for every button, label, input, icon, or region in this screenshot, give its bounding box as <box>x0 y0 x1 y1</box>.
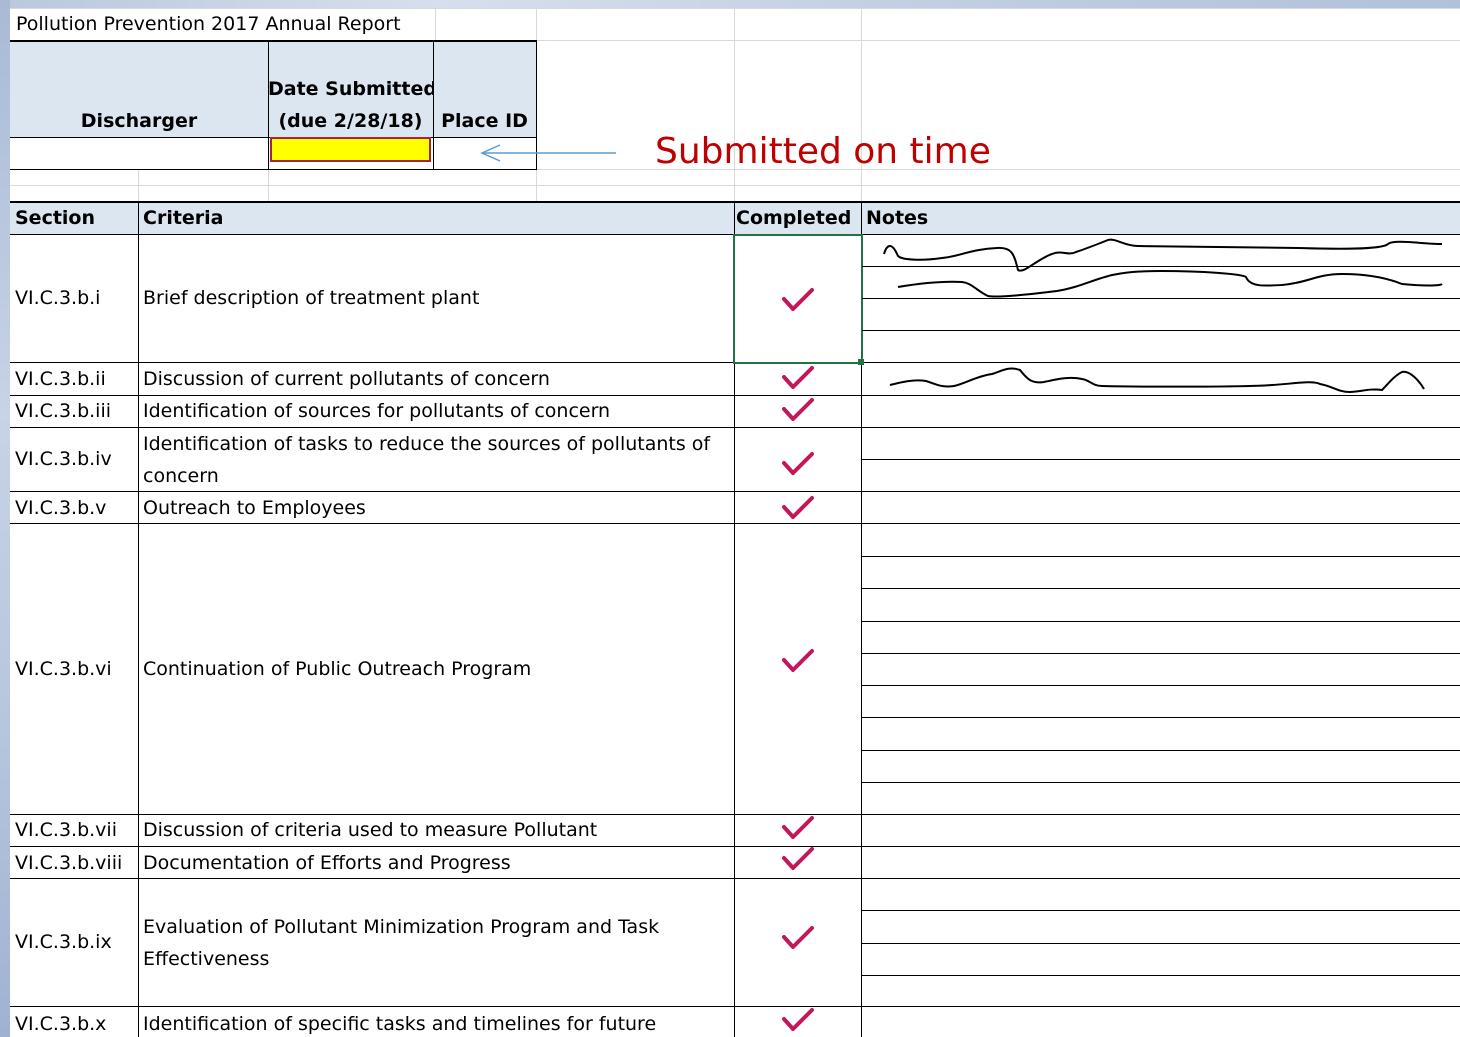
row-1-section: VI.C.3.b.i <box>15 287 101 309</box>
notes-line <box>862 975 1460 976</box>
notes-line <box>862 459 1460 460</box>
annotation-text: Submitted on time <box>655 131 991 172</box>
row-4-criteria: Identification of tasks to reduce the so… <box>143 433 711 487</box>
border <box>10 201 1460 203</box>
completed-column-header: Completed <box>736 207 852 229</box>
checkmark-icon <box>781 844 815 874</box>
date-due-header: (due 2/28/18) <box>278 110 423 132</box>
place-id-header: Place ID <box>441 110 528 132</box>
border <box>10 169 537 170</box>
row-10-section: VI.C.3.b.x <box>15 1013 107 1035</box>
row-5-section: VI.C.3.b.v <box>15 497 107 519</box>
checkmark-icon <box>781 1005 815 1035</box>
handwriting-scribble <box>883 238 1443 394</box>
notes-line <box>862 782 1460 783</box>
notes-line <box>862 910 1460 911</box>
row-2-criteria: Discussion of current pollutants of conc… <box>143 368 550 390</box>
section-column-header: Section <box>15 207 96 229</box>
row-6-criteria: Continuation of Public Outreach Program <box>143 657 532 680</box>
notes-line <box>862 685 1460 686</box>
notes-line <box>862 588 1460 589</box>
date-submitted-input[interactable] <box>270 137 431 162</box>
checkmark-icon <box>781 285 815 315</box>
checkmark-icon <box>781 363 815 393</box>
notes-line <box>862 556 1460 557</box>
row-7-criteria: Discussion of criteria used to measure P… <box>143 819 598 841</box>
spreadsheet: Pollution Prevention 2017 Annual Report … <box>10 8 1460 1037</box>
notes-line <box>862 653 1460 654</box>
checkmark-icon <box>781 395 815 425</box>
notes-line <box>862 621 1460 622</box>
notes-line <box>862 943 1460 944</box>
checkmark-icon <box>781 813 815 843</box>
border <box>10 846 1460 847</box>
discharger-header: Discharger <box>80 110 198 132</box>
row-9-criteria: Evaluation of Pollutant Minimization Pro… <box>143 915 660 970</box>
border <box>268 40 269 170</box>
checkmark-icon <box>781 646 815 676</box>
checkmark-icon <box>781 493 815 523</box>
row-7-section: VI.C.3.b.vii <box>15 819 117 841</box>
criteria-column-header: Criteria <box>143 207 224 229</box>
notes-column-header: Notes <box>866 207 929 229</box>
row-6-section: VI.C.3.b.vi <box>15 657 112 680</box>
row-3-section: VI.C.3.b.iii <box>15 400 112 422</box>
row-3-criteria: Identification of sources for pollutants… <box>143 400 611 422</box>
date-submitted-header: Date Submitted <box>268 78 433 100</box>
notes-line <box>862 750 1460 751</box>
border <box>10 491 1460 492</box>
row-1-criteria: Brief description of treatment plant <box>143 287 480 309</box>
border <box>10 1006 1460 1007</box>
checkmark-icon <box>781 449 815 479</box>
row-5-criteria: Outreach to Employees <box>143 497 366 519</box>
border <box>138 201 139 1037</box>
row-10-criteria: Identification of specific tasks and tim… <box>143 1013 657 1035</box>
grid-line <box>138 169 139 202</box>
border <box>10 40 537 42</box>
row-8-criteria: Documentation of Efforts and Progress <box>143 852 511 874</box>
row-9-section: VI.C.3.b.ix <box>15 931 112 953</box>
checkmark-icon <box>781 923 815 953</box>
notes-line <box>862 717 1460 718</box>
discharger-input[interactable] <box>10 138 268 169</box>
row-4-section: VI.C.3.b.iv <box>15 448 112 470</box>
grid-line <box>10 185 1460 186</box>
report-title: Pollution Prevention 2017 Annual Report <box>16 13 401 35</box>
grid-line <box>268 169 269 202</box>
slide-background-top <box>0 0 1460 8</box>
arrow-left-icon <box>480 144 616 162</box>
slide-background-left <box>0 0 10 1037</box>
row-2-section: VI.C.3.b.ii <box>15 368 106 390</box>
row-8-section: VI.C.3.b.viii <box>15 852 123 874</box>
